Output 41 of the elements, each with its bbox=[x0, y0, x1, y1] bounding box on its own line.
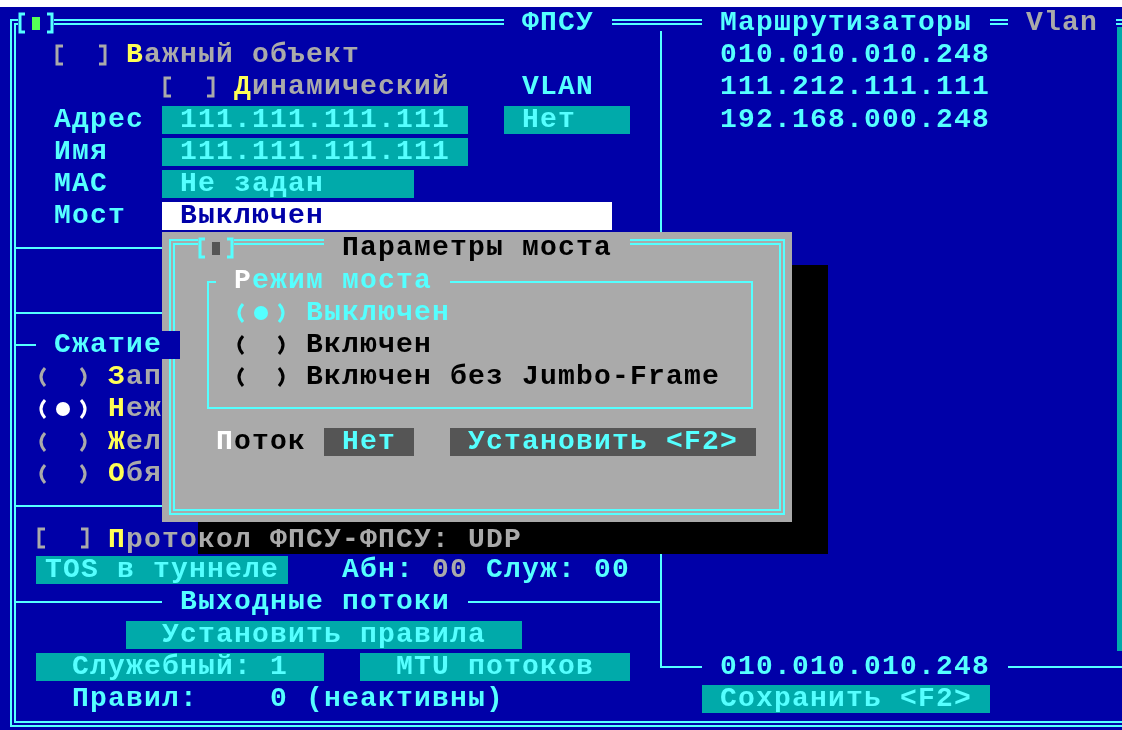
checkbox-label: Важный объект bbox=[126, 41, 361, 70]
checkbox[interactable] bbox=[54, 44, 108, 67]
field-label: Поток bbox=[216, 427, 307, 456]
field-label: Абн: bbox=[342, 556, 414, 585]
radio-button[interactable] bbox=[36, 462, 90, 485]
panel-title: Маршрутизаторы bbox=[702, 9, 991, 38]
field-label: Служ: bbox=[486, 556, 576, 585]
radio-label[interactable]: Неж bbox=[108, 395, 163, 424]
flow-field[interactable]: Нет bbox=[324, 427, 414, 456]
input-field[interactable]: Выключен bbox=[162, 202, 612, 231]
radio-button[interactable] bbox=[234, 333, 288, 356]
section-title: Сжатие bbox=[36, 330, 181, 359]
list-item[interactable]: 111.212.111.111 bbox=[720, 73, 991, 102]
set-button[interactable]: Установить <F2> bbox=[450, 427, 756, 456]
scrollbar[interactable] bbox=[1117, 27, 1122, 651]
field-label: MAC bbox=[54, 170, 108, 199]
field-value: 00 bbox=[594, 556, 630, 585]
field-label: VLAN bbox=[522, 73, 594, 102]
field-label: Адрес bbox=[54, 105, 144, 134]
radio-button[interactable] bbox=[36, 366, 90, 389]
field-value: 0 (неактивны) bbox=[270, 685, 505, 714]
field-label: Правил: bbox=[72, 685, 199, 714]
radio-label[interactable]: Включен bbox=[306, 330, 433, 359]
field-value: 00 bbox=[432, 556, 468, 585]
radio-label[interactable]: Зап bbox=[108, 363, 163, 392]
radio-button[interactable] bbox=[36, 430, 90, 453]
checkbox[interactable] bbox=[162, 76, 216, 99]
radio-button[interactable] bbox=[234, 301, 288, 324]
field-label: Мост bbox=[54, 202, 126, 231]
radio-label[interactable]: Жел bbox=[108, 427, 163, 456]
field-label: Имя bbox=[54, 137, 108, 166]
radio-button[interactable] bbox=[36, 398, 90, 421]
radio-label[interactable]: Включен без Jumbo-Frame bbox=[306, 363, 721, 392]
section-title: Выходные потоки bbox=[162, 588, 469, 617]
checkbox-label: Динамический bbox=[234, 73, 451, 102]
radio-label[interactable]: Обя bbox=[108, 459, 163, 488]
list-item[interactable]: 192.168.000.248 bbox=[720, 105, 991, 134]
checkbox[interactable] bbox=[36, 527, 90, 550]
list-item[interactable]: 010.010.010.248 bbox=[720, 41, 991, 70]
radio-button[interactable] bbox=[234, 366, 288, 389]
dialog-title: Параметры моста bbox=[324, 234, 631, 263]
